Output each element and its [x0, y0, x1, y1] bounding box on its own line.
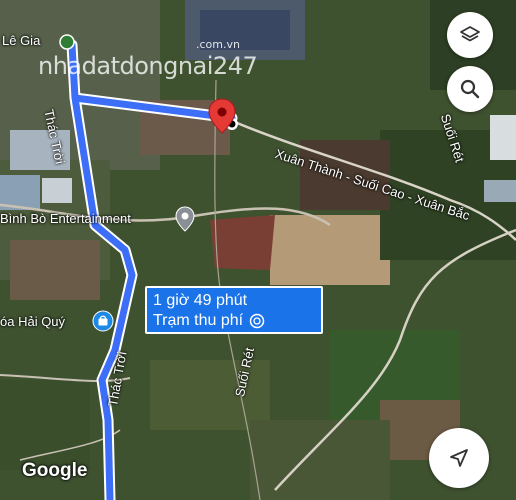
layers-icon [460, 26, 480, 42]
place-label-binh-bo[interactable]: Bình Bò Entertainment [0, 211, 131, 226]
navigation-arrow-icon [450, 449, 468, 467]
watermark-domain: .com.vn [196, 38, 240, 51]
route-eta-card[interactable]: 1 giờ 49 phút Trạm thu phí [145, 286, 323, 334]
destination-pin-icon[interactable] [207, 98, 237, 134]
place-label-hoa-hai-quy[interactable]: óa Hải Quý [0, 314, 65, 329]
search-icon [460, 79, 480, 99]
navigate-button[interactable] [429, 428, 489, 488]
google-attribution: Google [22, 460, 88, 481]
shopping-bag-icon[interactable] [92, 310, 114, 332]
layers-button[interactable] [447, 12, 493, 58]
search-button[interactable] [447, 66, 493, 112]
location-pin-icon[interactable] [174, 206, 196, 232]
place-label-le-gia[interactable]: Lê Gia [2, 33, 40, 48]
toll-icon [249, 313, 265, 329]
toll-note: Trạm thu phí [153, 312, 244, 329]
watermark: nhadatdongnai247 [38, 52, 258, 80]
route-duration: 1 giờ 49 phút [153, 292, 248, 309]
